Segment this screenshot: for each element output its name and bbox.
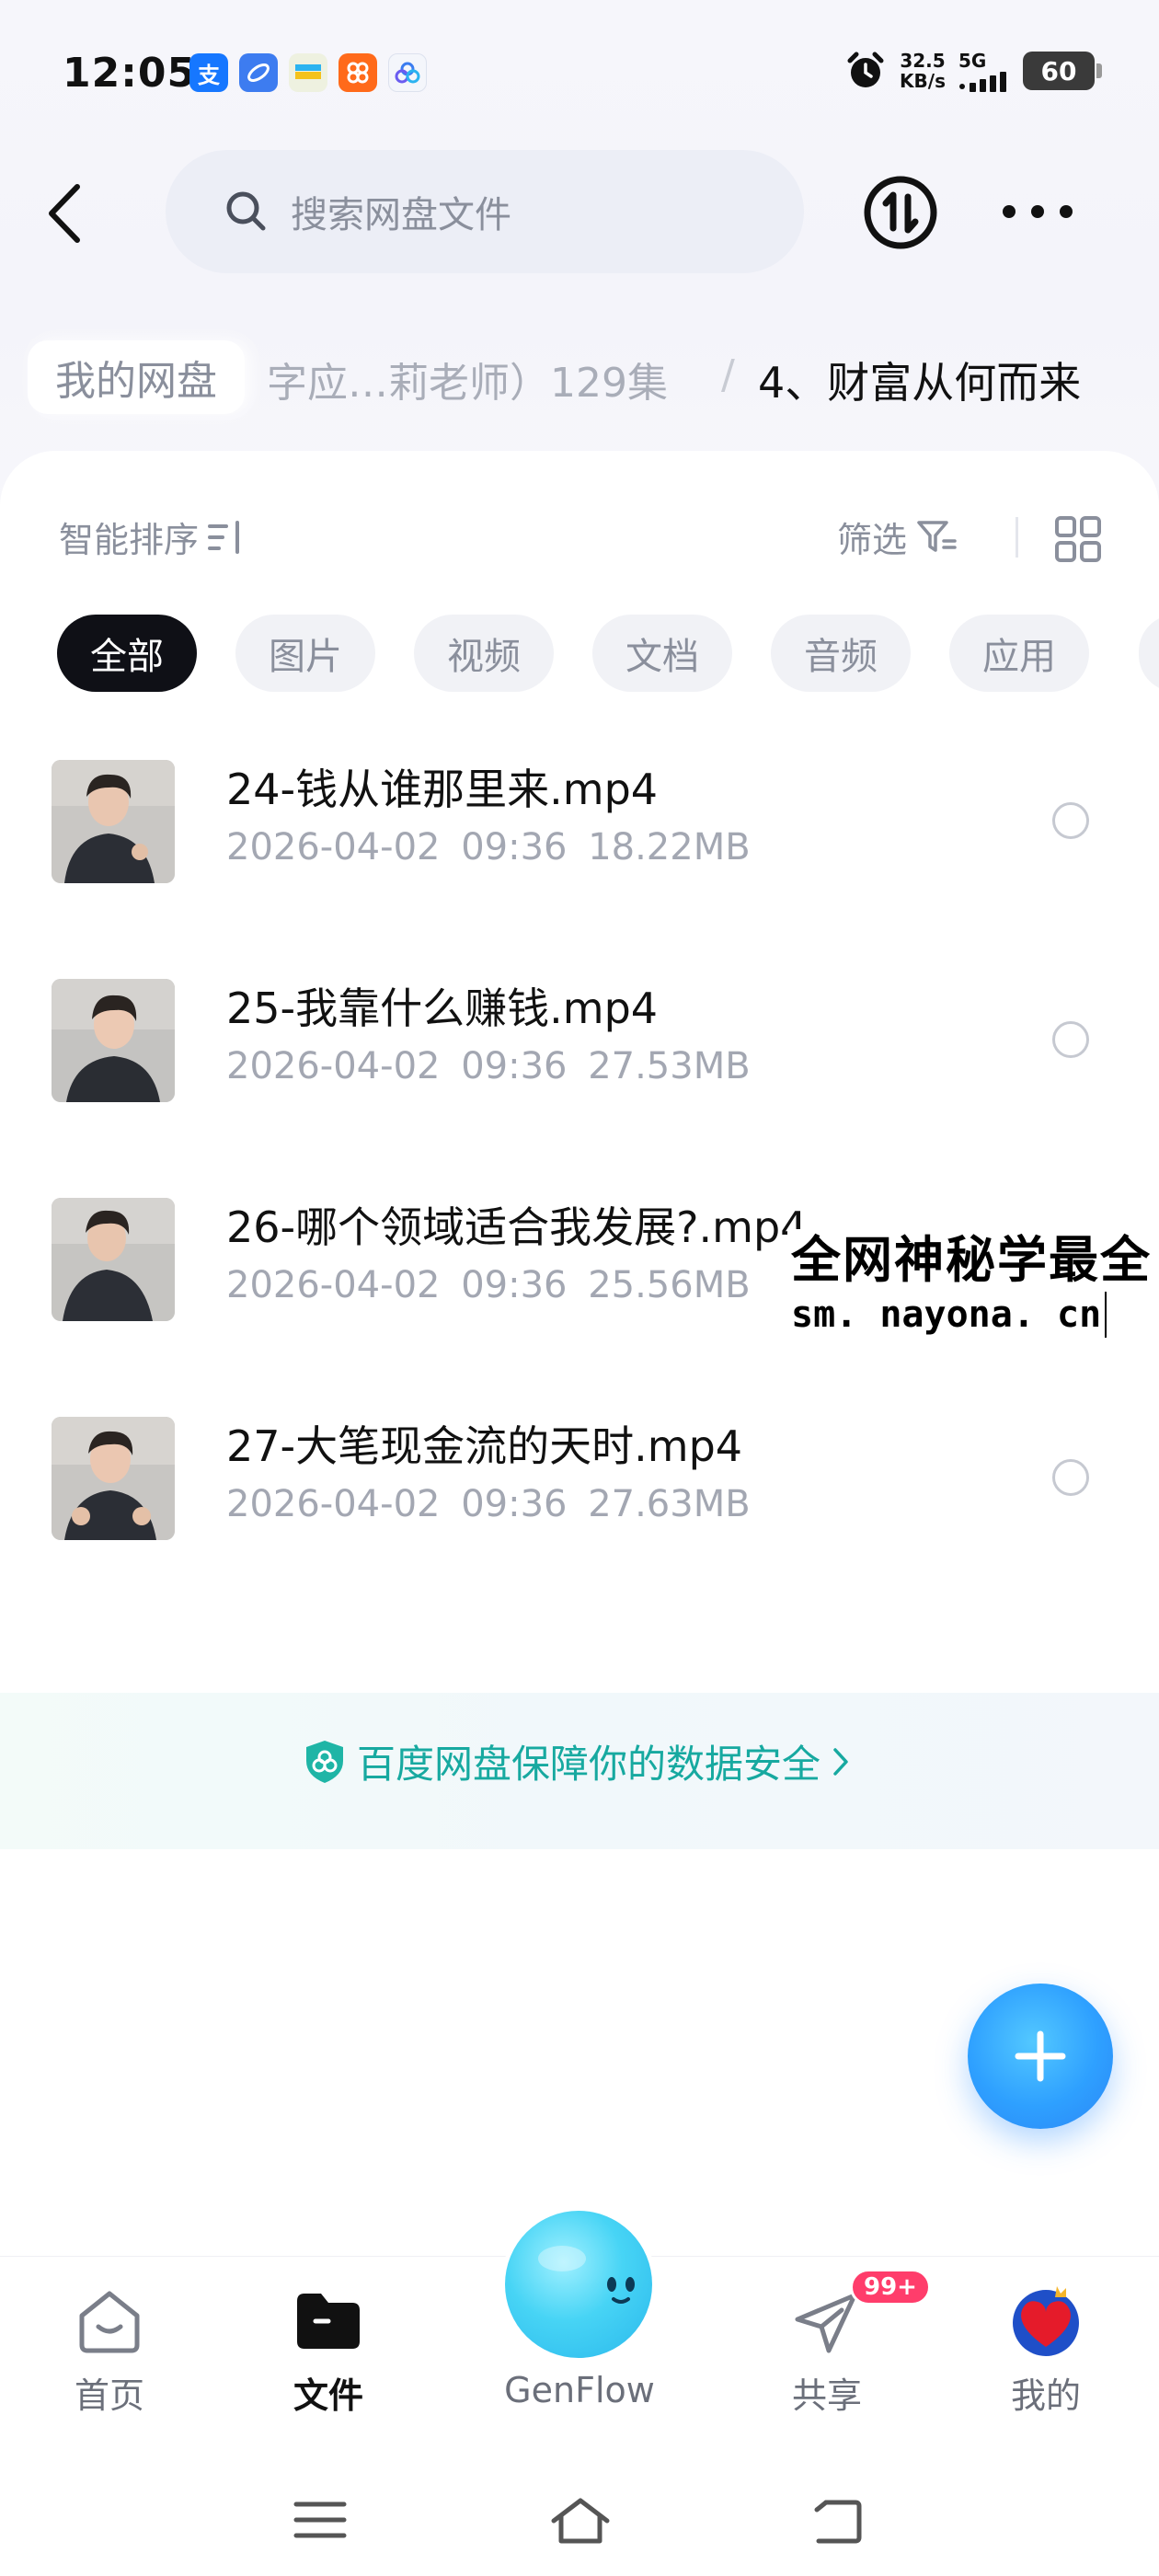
search-input[interactable]: 搜索网盘文件 (166, 150, 804, 273)
security-note-text: 百度网盘保障你的数据安全 (357, 1742, 821, 1787)
plus-icon (1015, 2030, 1066, 2082)
nav-files-label: 文件 (293, 2375, 363, 2416)
transfer-icon (864, 176, 937, 249)
breadcrumb-separator: / (721, 351, 735, 398)
file-meta: 2026-04-02 09:36 25.56MB (226, 1264, 751, 1306)
more-options-button[interactable] (1003, 189, 1073, 235)
breadcrumb-root[interactable]: 我的网盘 (28, 340, 245, 414)
file-row[interactable]: 27-大笔现金流的天时.mp4 2026-04-02 09:36 27.63MB (0, 1408, 1159, 1546)
tab-audio[interactable]: 音频 (771, 615, 911, 692)
video-thumbnail (52, 1417, 175, 1540)
net-speed: 32.5 KB/s (900, 50, 946, 92)
folder-icon (292, 2284, 365, 2358)
tab-documents[interactable]: 文档 (592, 615, 732, 692)
back-nav-icon[interactable] (809, 2495, 865, 2547)
chevron-right-icon (833, 1747, 848, 1776)
status-app-icons: 支 (189, 53, 427, 92)
genflow-mascot-icon (505, 2211, 652, 2358)
search-placeholder: 搜索网盘文件 (291, 194, 511, 236)
home-icon (73, 2284, 146, 2358)
file-row[interactable]: 24-钱从谁那里来.mp4 2026-04-02 09:36 18.22MB (0, 751, 1159, 889)
signal-bars-icon (959, 72, 1006, 92)
file-meta: 2026-04-02 09:36 27.63MB (226, 1483, 751, 1525)
status-bar: 12:05 支 32.5 KB/s 5G 60 (0, 37, 1159, 110)
nav-genflow-label: GenFlow (504, 2370, 655, 2410)
nav-me[interactable]: 我的 (977, 2284, 1115, 2418)
system-nav-bar (0, 2477, 1159, 2576)
file-meta: 2026-04-02 09:36 27.53MB (226, 1045, 751, 1087)
more-dot-icon (1031, 205, 1044, 218)
genflow-button[interactable] (500, 2206, 657, 2363)
grid-view-icon (1055, 516, 1101, 562)
back-arrow-icon (49, 184, 80, 243)
nav-files[interactable]: 文件 (259, 2284, 397, 2418)
alipay-icon: 支 (189, 53, 228, 92)
watermark-url: sm. nayona. cn (791, 1292, 1107, 1338)
breadcrumb-current-folder: 4、财富从何而来 (758, 358, 1082, 408)
filter-icon (917, 520, 957, 552)
share-badge: 99+ (850, 2269, 931, 2306)
select-radio[interactable] (1052, 802, 1089, 839)
status-right: 32.5 KB/s 5G 60 (844, 50, 1102, 92)
video-thumbnail (52, 979, 175, 1102)
file-meta: 2026-04-02 09:36 18.22MB (226, 826, 751, 868)
nav-me-label: 我的 (1010, 2375, 1081, 2416)
genflow-icon (388, 53, 427, 92)
tab-apps[interactable]: 应用 (949, 615, 1089, 692)
security-note-link[interactable]: 百度网盘保障你的数据安全 (304, 1733, 850, 1789)
file-row[interactable]: 25-我靠什么赚钱.mp4 2026-04-02 09:36 27.53MB (0, 970, 1159, 1108)
nav-share-label: 共享 (791, 2375, 862, 2416)
cell-signal: 5G (958, 50, 1010, 92)
toolbar-divider (1016, 517, 1018, 558)
watermark-overlay: 全网神秘学最全 sm. nayona. cn (787, 1229, 1155, 1338)
add-button[interactable] (968, 1984, 1113, 2129)
sort-icon (208, 520, 240, 554)
select-radio[interactable] (1052, 1459, 1089, 1496)
grid-view-button[interactable] (1054, 515, 1102, 563)
browser-icon (239, 53, 278, 92)
filter-label: 筛选 (837, 520, 908, 560)
filter-button[interactable]: 筛选 (837, 512, 958, 562)
tab-all[interactable]: 全部 (57, 615, 197, 692)
watermark-title: 全网神秘学最全 (791, 1231, 1152, 1289)
video-thumbnail (52, 1198, 175, 1321)
file-type-tabs: 全部 图片 视频 文档 音频 应用 (57, 615, 1089, 692)
select-radio[interactable] (1052, 1021, 1089, 1058)
shield-icon (306, 1740, 343, 1783)
transfer-button[interactable] (863, 175, 938, 250)
battery-indicator: 60 (1023, 52, 1102, 90)
more-dot-icon (1060, 205, 1073, 218)
file-name: 26-哪个领域适合我发展?.mp4 (226, 1202, 808, 1252)
more-dot-icon (1003, 205, 1016, 218)
home-nav-icon[interactable] (548, 2495, 613, 2547)
breadcrumb-middle-folder[interactable]: 字应…莉老师）129集 (267, 350, 668, 408)
breadcrumb: 字应…莉老师）129集 我的网盘 / 4、财富从何而来 (0, 331, 1159, 423)
file-name: 24-钱从谁那里来.mp4 (226, 765, 659, 814)
status-time: 12:05 (63, 50, 197, 97)
file-name: 25-我靠什么赚钱.mp4 (226, 983, 659, 1033)
tab-videos[interactable]: 视频 (414, 615, 554, 692)
back-button[interactable] (46, 177, 101, 250)
tab-images[interactable]: 图片 (235, 615, 375, 692)
app-icon (339, 53, 377, 92)
file-name: 27-大笔现金流的天时.mp4 (226, 1421, 743, 1471)
signal-5g-label: 5G (958, 50, 987, 72)
video-thumbnail (52, 760, 175, 883)
menu-icon[interactable] (293, 2497, 348, 2543)
wallet-icon (289, 53, 327, 92)
nav-home-label: 首页 (74, 2375, 144, 2416)
alarm-icon (847, 52, 884, 87)
nav-home[interactable]: 首页 (40, 2284, 178, 2418)
avatar (1009, 2284, 1083, 2358)
sort-label: 智能排序 (59, 520, 200, 560)
sort-button[interactable]: 智能排序 (59, 512, 247, 562)
search-icon (226, 191, 266, 231)
